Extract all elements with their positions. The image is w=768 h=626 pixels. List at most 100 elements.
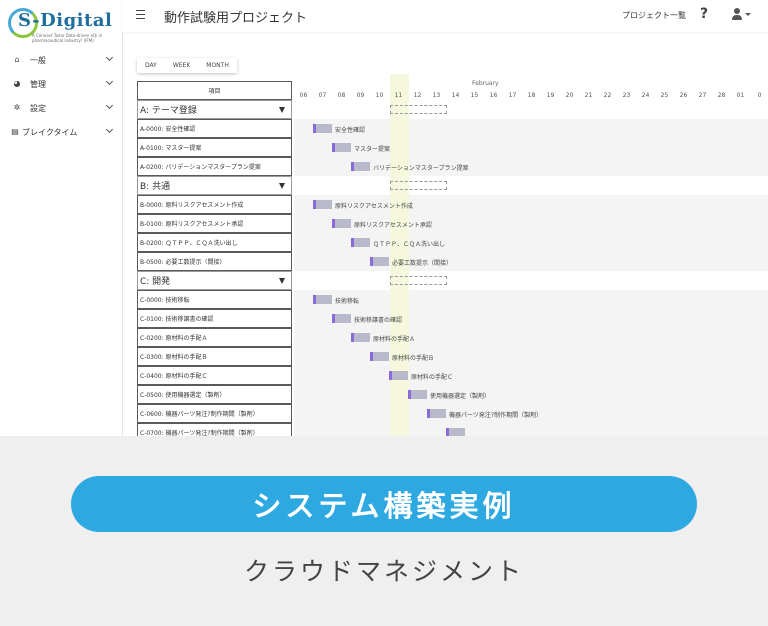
sidebar-item-label: 管理 xyxy=(30,79,46,89)
task-table-header: 項目 xyxy=(137,81,292,100)
collapse-triangle-icon[interactable] xyxy=(279,183,285,189)
gantt-row xyxy=(294,385,768,404)
task-progress xyxy=(332,314,335,323)
task-row[interactable]: C-0700: 機器パーツ発注?制作期間（製剤） xyxy=(137,423,292,436)
caret-down-icon xyxy=(745,13,751,16)
day-label: 14 xyxy=(451,92,460,99)
task-row[interactable]: A-0100: マスター提案 xyxy=(137,138,292,157)
task-progress xyxy=(332,219,335,228)
task-bar[interactable] xyxy=(351,162,370,171)
task-progress xyxy=(351,238,354,247)
sidebar-item-management[interactable]: ◕ 管理 xyxy=(0,73,122,95)
project-list-link[interactable]: プロジェクト一覧 xyxy=(622,10,686,21)
help-icon[interactable]: ? xyxy=(700,6,708,22)
task-row[interactable]: A-0200: バリデーションマスタープラン提案 xyxy=(137,157,292,176)
group-row[interactable]: C: 開発 xyxy=(137,271,292,290)
task-row[interactable]: C-0300: 原材料の手配Ｂ xyxy=(137,347,292,366)
task-row[interactable]: A-0000: 安全性確認 xyxy=(137,119,292,138)
day-label: 09 xyxy=(356,92,365,99)
sidebar-item-settings[interactable]: ✲ 設定 xyxy=(0,97,122,119)
task-bar[interactable] xyxy=(351,238,370,247)
day-label: 17 xyxy=(508,92,517,99)
task-bar-label: バリデーションマスタープラン提案 xyxy=(373,165,469,172)
collapse-triangle-icon[interactable] xyxy=(279,278,285,284)
task-bar[interactable] xyxy=(332,143,351,152)
gantt-row xyxy=(294,366,768,385)
task-progress xyxy=(351,333,354,342)
day-label: 21 xyxy=(584,92,593,99)
day-label: 22 xyxy=(603,92,612,99)
task-bar-label: 安全性確認 xyxy=(335,127,366,134)
task-bar[interactable] xyxy=(427,409,446,418)
book-icon: ▤ xyxy=(11,127,19,136)
task-bar[interactable] xyxy=(313,200,332,209)
day-label: 15 xyxy=(470,92,479,99)
sidebar-item-label: 設定 xyxy=(30,103,46,113)
month-view-button[interactable]: MONTH xyxy=(198,58,237,73)
day-label: 23 xyxy=(622,92,631,99)
chevron-down-icon xyxy=(105,101,114,110)
task-row[interactable]: B-0100: 原料リスクアセスメント承認 xyxy=(137,214,292,233)
day-label: 12 xyxy=(413,92,422,99)
task-bar-label: 原材料の手配Ｂ xyxy=(392,355,435,362)
day-label: 01 xyxy=(736,92,745,99)
logo-text: S-Digital xyxy=(18,10,113,31)
task-bar[interactable] xyxy=(370,257,389,266)
gantt-row xyxy=(294,252,768,271)
task-row[interactable]: B-0200: ＱＴＰＰ、ＣＱＡ洗い出し xyxy=(137,233,292,252)
group-label: B: 共通 xyxy=(140,182,171,192)
day-label: 07 xyxy=(318,92,327,99)
task-bar[interactable] xyxy=(351,333,370,342)
task-bar[interactable] xyxy=(332,314,351,323)
task-bar-label: 原材料の手配Ａ xyxy=(373,336,416,343)
group-row[interactable]: A: テーマ登録 xyxy=(137,100,292,119)
palette-icon: ◕ xyxy=(13,79,21,88)
task-progress xyxy=(389,371,392,380)
task-row[interactable]: C-0600: 機器パーツ発注?制作期間（製剤） xyxy=(137,404,292,423)
task-bar[interactable] xyxy=(389,371,408,380)
task-row[interactable]: C-0200: 原材料の手配Ａ xyxy=(137,328,292,347)
app-window: S-Digital A Connect Tomo Data-driven eQi… xyxy=(0,0,768,436)
task-row[interactable]: C-0000: 技術移転 xyxy=(137,290,292,309)
task-bar[interactable] xyxy=(446,428,465,436)
task-row[interactable]: C-0400: 原材料の手配Ｃ xyxy=(137,366,292,385)
task-row[interactable]: B-0500: 必要工数提示（間接） xyxy=(137,252,292,271)
user-menu[interactable] xyxy=(730,8,751,22)
chevron-down-icon xyxy=(105,53,114,62)
sidebar-item-general[interactable]: ⌂ 一般 xyxy=(0,49,122,71)
day-label: 18 xyxy=(527,92,536,99)
s-digital-logo[interactable]: S-Digital A Connect Tomo Data-driven eQi… xyxy=(6,6,118,46)
task-bar[interactable] xyxy=(313,295,332,304)
group-label: C: 開発 xyxy=(140,277,171,287)
task-row[interactable]: B-0000: 原料リスクアセスメント作成 xyxy=(137,195,292,214)
task-progress xyxy=(313,200,316,209)
page-title: 動作試験用プロジェクト xyxy=(164,11,308,26)
month-label: February xyxy=(472,80,499,87)
week-view-button[interactable]: WEEK xyxy=(164,58,199,73)
group-row[interactable]: B: 共通 xyxy=(137,176,292,195)
task-bar[interactable] xyxy=(370,352,389,361)
day-label: 06 xyxy=(299,92,308,99)
view-mode-toggle: DAY WEEK MONTH xyxy=(137,58,237,73)
task-row[interactable]: C-0100: 技術移譲書の確認 xyxy=(137,309,292,328)
collapse-triangle-icon[interactable] xyxy=(279,107,285,113)
task-bar[interactable] xyxy=(332,219,351,228)
banner-subtitle: クラウドマネジメント xyxy=(243,557,524,586)
task-bar-label: 原材料の手配Ｃ xyxy=(411,374,454,381)
hamburger-menu-icon[interactable] xyxy=(136,10,145,19)
task-bar[interactable] xyxy=(408,390,427,399)
task-bar-label: ＱＴＰＰ、ＣＱＡ洗い出し xyxy=(373,241,446,248)
task-progress xyxy=(313,124,316,133)
day-label: 27 xyxy=(698,92,707,99)
user-icon xyxy=(734,8,740,14)
task-row[interactable]: C-0500: 使用機器選定（製剤） xyxy=(137,385,292,404)
sidebar-item-break-time[interactable]: ▤ ブレイクタイム xyxy=(0,121,122,143)
day-view-button[interactable]: DAY xyxy=(137,58,165,73)
gantt-row xyxy=(294,347,768,366)
day-label: 10 xyxy=(375,92,384,99)
task-progress xyxy=(332,143,335,152)
task-progress xyxy=(313,295,316,304)
task-bar[interactable] xyxy=(313,124,332,133)
gantt-chart: February 06 07 08 09 10 11 12 13 14 15 16 17 18 19 20 2… xyxy=(294,74,768,436)
sidebar-item-label: 一般 xyxy=(30,55,46,65)
